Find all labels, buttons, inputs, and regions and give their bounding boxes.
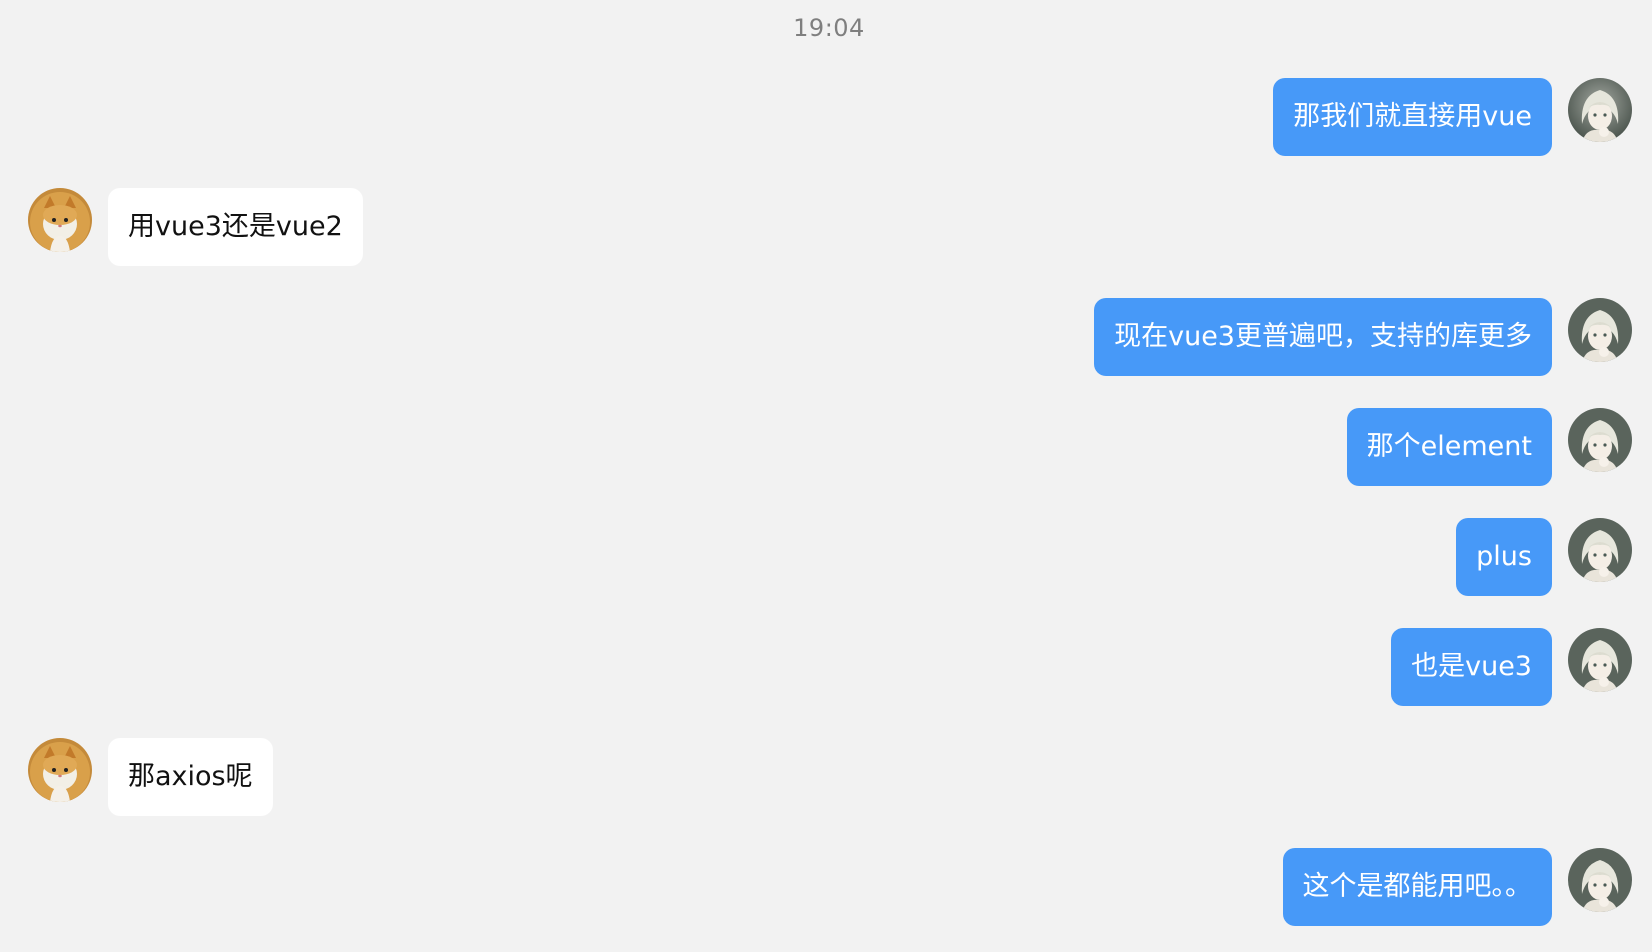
chat-window: 19:04 那我们就直接用vue 用vue3还是vue2 现在vue3更普遍吧，… [0,0,1652,952]
message-bubble[interactable]: 现在vue3更普遍吧，支持的库更多 [1094,298,1552,376]
message-bubble[interactable]: 用vue3还是vue2 [108,188,363,266]
message-row-outgoing: 那我们就直接用vue [1273,78,1632,156]
self-avatar[interactable] [1568,848,1632,912]
message-bubble[interactable]: 也是vue3 [1391,628,1552,706]
message-row-outgoing: plus [1456,518,1632,596]
self-avatar[interactable] [1568,298,1632,362]
self-avatar[interactable] [1568,408,1632,472]
message-bubble[interactable]: 那axios呢 [108,738,273,816]
message-bubble[interactable]: 那我们就直接用vue [1273,78,1552,156]
self-avatar[interactable] [1568,628,1632,692]
message-row-outgoing: 也是vue3 [1391,628,1632,706]
self-avatar[interactable] [1568,518,1632,582]
contact-avatar[interactable] [28,738,92,802]
message-row-outgoing: 那个element [1346,408,1632,486]
self-avatar[interactable] [1568,78,1632,142]
message-bubble[interactable]: 那个element [1346,408,1552,486]
message-timestamp: 19:04 [793,14,865,42]
message-row-outgoing: 现在vue3更普遍吧，支持的库更多 [1094,298,1632,376]
message-bubble[interactable]: 这个是都能用吧。。 [1282,848,1552,926]
contact-avatar[interactable] [28,188,92,252]
message-row-incoming: 那axios呢 [28,738,273,816]
message-row-outgoing: 这个是都能用吧。。 [1282,848,1632,926]
message-row-incoming: 用vue3还是vue2 [28,188,363,266]
message-bubble[interactable]: plus [1456,518,1552,596]
